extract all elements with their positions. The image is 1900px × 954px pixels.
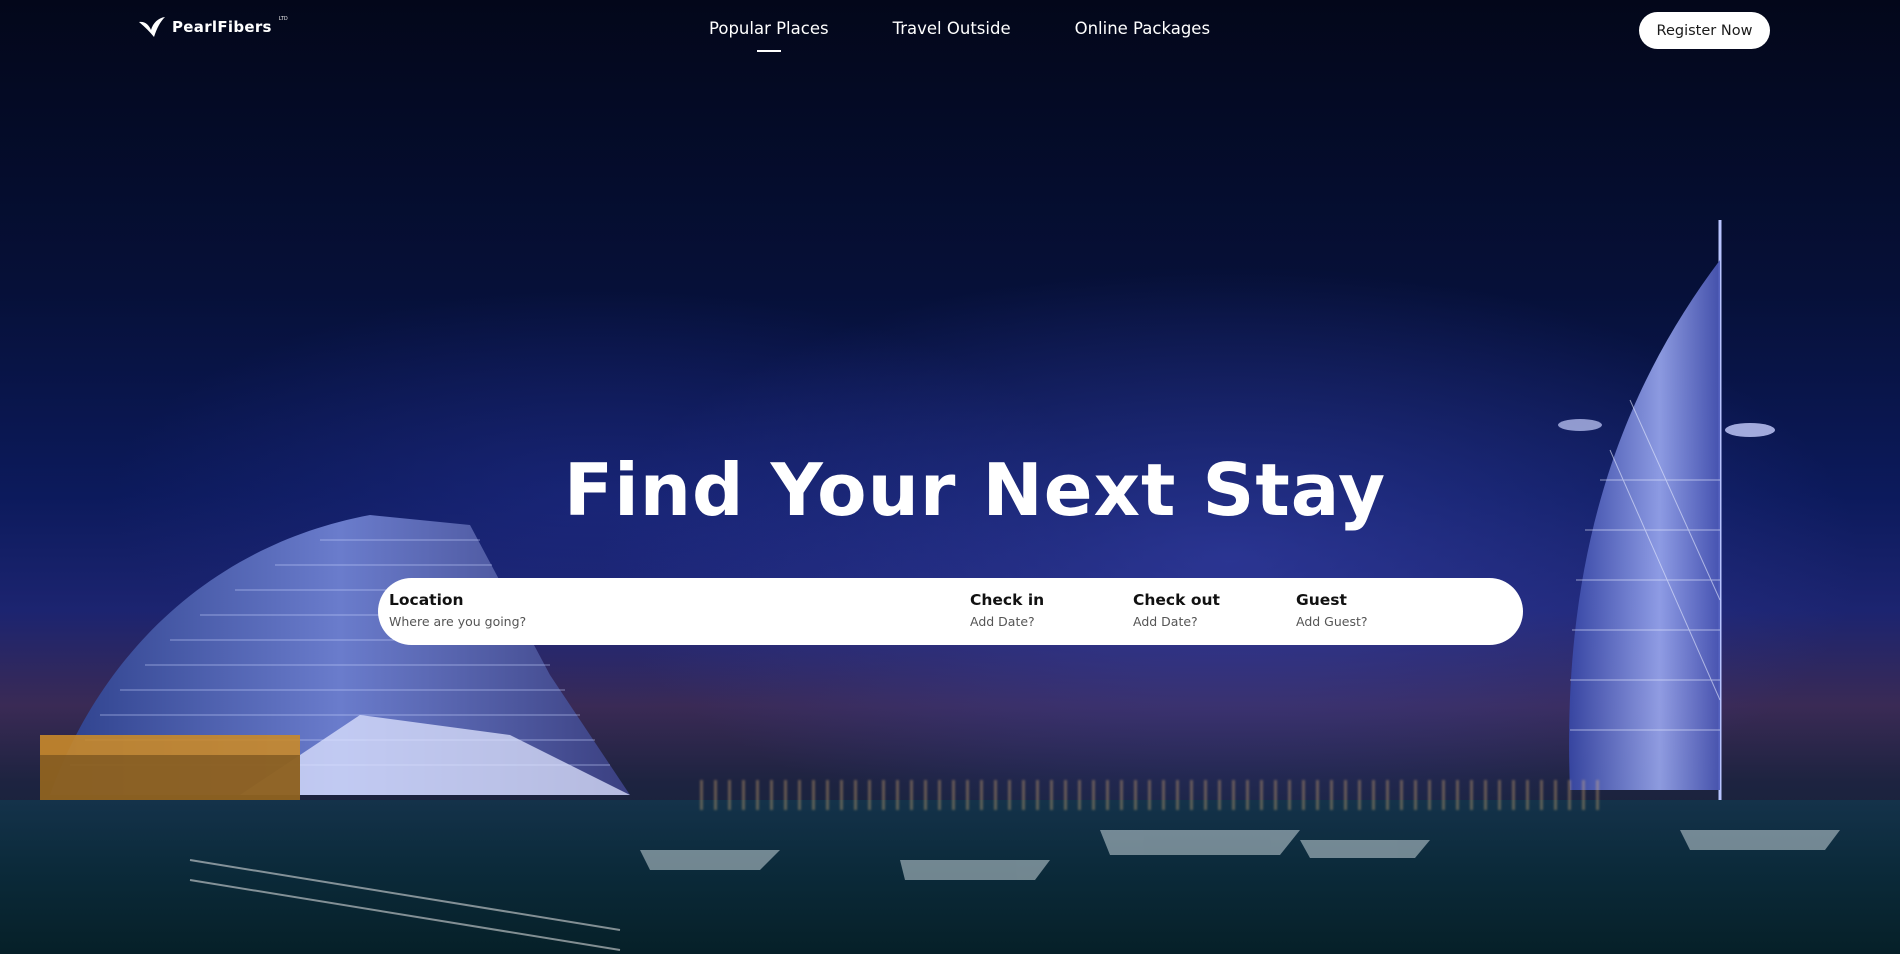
hotel-building-illustration xyxy=(40,515,630,805)
search-bar: Location Check in Add Date? Check out Ad… xyxy=(378,578,1523,645)
check-out-label: Check out xyxy=(1133,591,1220,609)
bird-logo-icon xyxy=(139,17,165,37)
hero-headline: Find Your Next Stay xyxy=(563,448,1387,532)
guest-label: Guest xyxy=(1296,591,1347,609)
location-input[interactable] xyxy=(389,614,789,629)
guest-hint[interactable]: Add Guest? xyxy=(1296,614,1368,629)
register-now-button[interactable]: Register Now xyxy=(1639,12,1770,49)
nav-online-packages[interactable]: Online Packages xyxy=(1075,19,1210,38)
brand-logo[interactable]: PearlFibers LTD xyxy=(138,16,288,38)
check-in-label: Check in xyxy=(970,591,1045,609)
main-nav: Popular Places Travel Outside Online Pac… xyxy=(709,19,1210,52)
nav-travel-outside[interactable]: Travel Outside xyxy=(893,19,1011,38)
check-out-field[interactable]: Check out Add Date? xyxy=(1133,591,1220,629)
location-field[interactable]: Location xyxy=(389,591,789,629)
marina-boats-illustration xyxy=(189,830,1840,951)
brand-name: PearlFibers xyxy=(172,18,272,36)
guest-field[interactable]: Guest Add Guest? xyxy=(1296,591,1368,629)
location-label: Location xyxy=(389,591,464,609)
check-in-hint[interactable]: Add Date? xyxy=(970,614,1044,629)
nav-popular-places[interactable]: Popular Places xyxy=(709,19,829,52)
check-in-field[interactable]: Check in Add Date? xyxy=(970,591,1044,629)
brand-tm: LTD xyxy=(278,16,288,22)
check-out-hint[interactable]: Add Date? xyxy=(1133,614,1220,629)
